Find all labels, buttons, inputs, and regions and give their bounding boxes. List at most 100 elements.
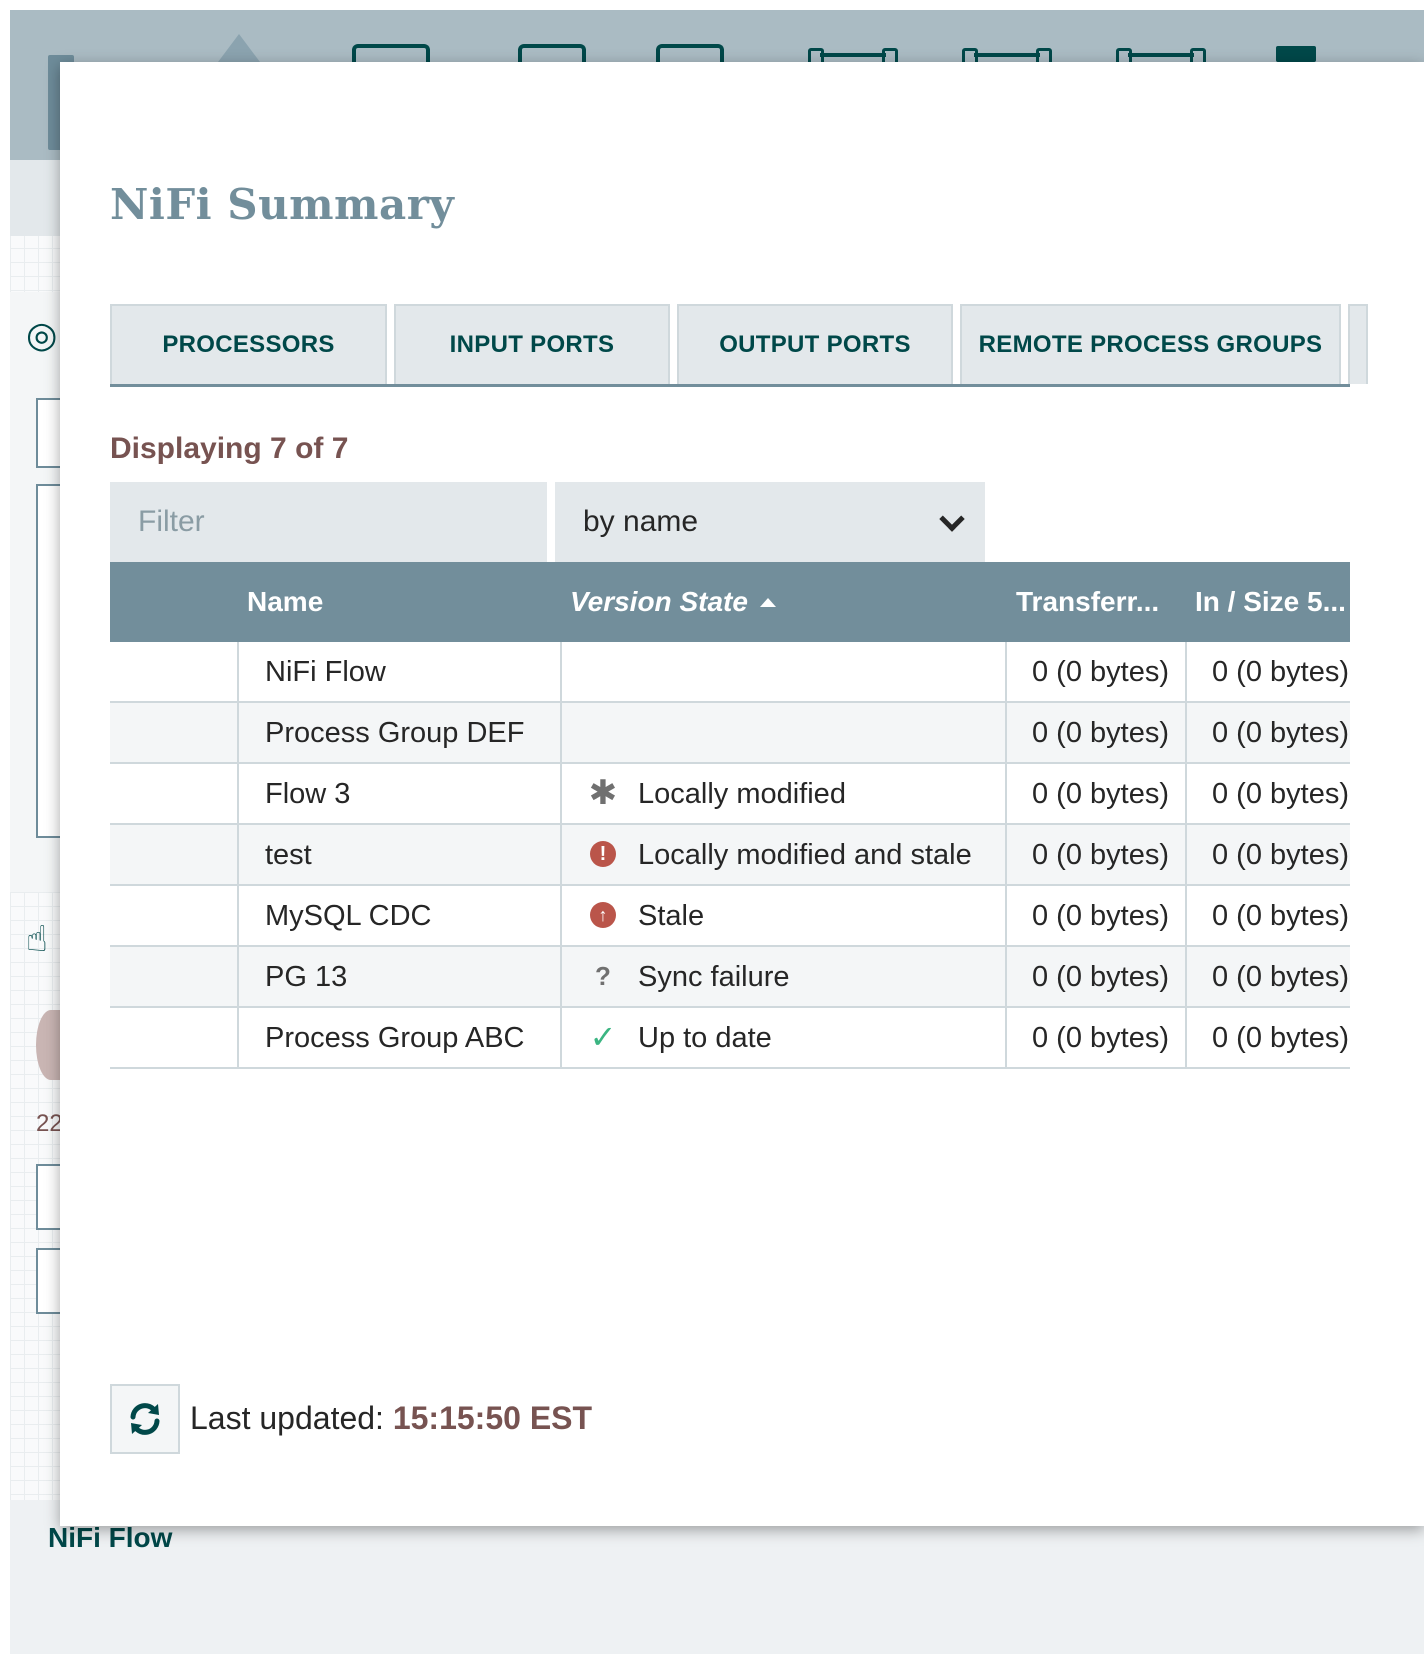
refresh-icon (130, 1403, 160, 1435)
row-version-state (562, 703, 1004, 763)
cell-divider (237, 703, 239, 763)
row-in-size: 0 (0 bytes) (1212, 899, 1349, 932)
row-transferred: 0 (0 bytes) (1032, 1021, 1169, 1054)
process-group-toolbar-icon[interactable] (808, 46, 898, 66)
table-header: Name Version State Transferr... In / Siz… (110, 562, 1350, 642)
funnel-toolbar-icon[interactable] (1116, 46, 1206, 66)
row-version-state: ✓ Up to date (562, 1008, 1004, 1068)
row-name: Process Group DEF (265, 716, 525, 749)
navigate-icon[interactable]: ◎ (26, 314, 57, 356)
displaying-value: 7 of 7 (270, 432, 349, 465)
row-in-size: 0 (0 bytes) (1212, 716, 1349, 749)
question-icon: ? (595, 960, 611, 991)
column-header-transferred[interactable]: Transferr... (1016, 562, 1176, 642)
row-name: MySQL CDC (265, 899, 432, 932)
version-state-text: Sync failure (638, 960, 790, 993)
row-version-state: ✱ Locally modified (562, 764, 1004, 824)
table-row[interactable]: PG 13 ? Sync failure 0 (0 bytes) 0 (0 by… (110, 947, 1350, 1008)
row-in-size: 0 (0 bytes) (1212, 960, 1349, 993)
dialog-title: NiFi Summary (110, 180, 455, 229)
table-row[interactable]: Process Group DEF 0 (0 bytes) 0 (0 bytes… (110, 703, 1350, 764)
filter-input[interactable] (110, 482, 547, 562)
cell-divider (1185, 703, 1187, 763)
tab-output-ports[interactable]: OUTPUT PORTS (677, 304, 953, 384)
cell-divider (1185, 764, 1187, 824)
column-version-state-label: Version State (570, 586, 748, 617)
column-header-in-size[interactable]: In / Size 5... (1195, 562, 1350, 642)
column-in-size-label: In / Size 5... (1195, 586, 1346, 617)
breadcrumb[interactable]: NiFi Flow (48, 1522, 172, 1554)
checkmark-icon: ✓ (589, 1019, 617, 1055)
row-name: PG 13 (265, 960, 348, 993)
cell-divider (1185, 886, 1187, 946)
column-transferred-label: Transferr... (1016, 586, 1160, 617)
row-version-state: ↑ Stale (562, 886, 1004, 946)
last-updated-time: 15:15:50 EST (392, 1400, 593, 1436)
filter-by-select[interactable]: by name (555, 482, 985, 562)
tab-input-ports[interactable]: INPUT PORTS (394, 304, 670, 384)
side-count: 22 (36, 1110, 63, 1137)
row-transferred: 0 (0 bytes) (1032, 960, 1169, 993)
template-toolbar-icon[interactable] (1276, 46, 1316, 62)
version-state-text: Up to date (638, 1021, 772, 1054)
cell-divider (1185, 947, 1187, 1007)
operate-hand-icon[interactable]: ☝ (26, 918, 48, 960)
row-in-size: 0 (0 bytes) (1212, 777, 1349, 810)
row-version-state: ! Locally modified and stale (562, 825, 1004, 885)
version-state-text: Stale (638, 899, 705, 932)
last-updated-label: Last updated: (190, 1400, 393, 1436)
cell-divider (1005, 825, 1007, 885)
version-state-text: Locally modified and stale (638, 838, 972, 871)
displaying-prefix: Displaying (110, 432, 271, 465)
table-row[interactable]: NiFi Flow 0 (0 bytes) 0 (0 bytes) (110, 642, 1350, 703)
cell-divider (237, 1008, 239, 1068)
sort-ascending-icon (759, 597, 776, 607)
table-row[interactable]: Process Group ABC ✓ Up to date 0 (0 byte… (110, 1008, 1350, 1069)
summary-tabs: PROCESSORS INPUT PORTS OUTPUT PORTS REMO… (110, 304, 1368, 388)
cell-divider (237, 947, 239, 1007)
version-state-text: Locally modified (638, 777, 846, 810)
filter-by-value: by name (583, 505, 699, 538)
row-transferred: 0 (0 bytes) (1032, 838, 1169, 871)
row-name: test (265, 838, 312, 871)
tab-remote-process-groups[interactable]: REMOTE PROCESS GROUPS (960, 304, 1341, 384)
table-row[interactable]: MySQL CDC ↑ Stale 0 (0 bytes) 0 (0 bytes… (110, 886, 1350, 947)
chevron-down-icon (939, 506, 965, 532)
displaying-count: Displaying 7 of 7 (110, 432, 348, 466)
row-transferred: 0 (0 bytes) (1032, 899, 1169, 932)
cell-divider (1185, 825, 1187, 885)
row-transferred: 0 (0 bytes) (1032, 716, 1169, 749)
row-in-size: 0 (0 bytes) (1212, 1021, 1349, 1054)
arrow-up-circle-icon: ↑ (588, 900, 618, 930)
tab-more[interactable] (1348, 304, 1368, 384)
asterisk-icon: ✱ (588, 774, 618, 812)
remote-group-toolbar-icon[interactable] (962, 46, 1052, 66)
table-row[interactable]: Flow 3 ✱ Locally modified 0 (0 bytes) 0 … (110, 764, 1350, 825)
exclamation-circle-icon: ! (588, 839, 618, 869)
cell-divider (1005, 642, 1007, 702)
cell-divider (237, 642, 239, 702)
cell-divider (1005, 703, 1007, 763)
column-header-version-state[interactable]: Version State (570, 562, 1000, 642)
row-version-state: ? Sync failure (562, 947, 1004, 1007)
cell-divider (237, 825, 239, 885)
row-name: Process Group ABC (265, 1021, 525, 1054)
cell-divider (1185, 1008, 1187, 1068)
refresh-button[interactable] (110, 1384, 180, 1454)
row-name: NiFi Flow (265, 655, 386, 688)
cell-divider (1005, 886, 1007, 946)
column-header-name[interactable]: Name (247, 562, 547, 642)
column-name-label: Name (247, 586, 324, 617)
cell-divider (1005, 1008, 1007, 1068)
row-transferred: 0 (0 bytes) (1032, 655, 1169, 688)
row-name: Flow 3 (265, 777, 351, 810)
row-in-size: 0 (0 bytes) (1212, 655, 1349, 688)
cell-divider (237, 764, 239, 824)
table-row[interactable]: test ! Locally modified and stale 0 (0 b… (110, 825, 1350, 886)
row-transferred: 0 (0 bytes) (1032, 777, 1169, 810)
cell-divider (237, 886, 239, 946)
tab-processors[interactable]: PROCESSORS (110, 304, 387, 384)
last-updated: Last updated: 15:15:50 EST (190, 1400, 592, 1437)
tabs-underline (110, 384, 1350, 387)
cell-divider (1005, 947, 1007, 1007)
